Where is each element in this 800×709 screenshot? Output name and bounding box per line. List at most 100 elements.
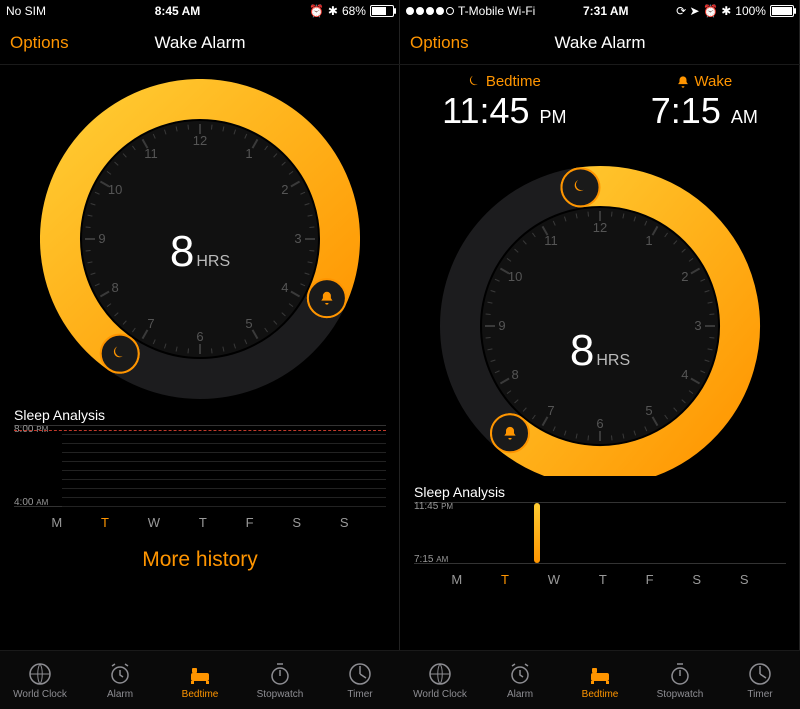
svg-text:8: 8 <box>512 367 519 382</box>
tab-stopwatch[interactable]: Stopwatch <box>640 651 720 709</box>
tab-alarm[interactable]: Alarm <box>80 651 160 709</box>
status-bar: T-Mobile Wi-Fi 7:31 AM ⟳ ➤ ⏰ ✱ 100% <box>400 0 800 22</box>
bell-icon <box>676 75 690 89</box>
sleep-analysis-title: Sleep Analysis <box>14 407 386 423</box>
svg-text:6: 6 <box>596 416 603 431</box>
sleep-dial[interactable]: 121234567891011 <box>430 136 770 476</box>
day-label: S <box>340 515 349 530</box>
day-label: W <box>548 572 560 587</box>
svg-text:7: 7 <box>547 403 554 418</box>
day-label: W <box>148 515 160 530</box>
bedtime-label: Bedtime <box>486 73 541 90</box>
tab-label: Alarm <box>107 689 133 700</box>
nav-title: Wake Alarm <box>154 33 245 53</box>
days-row: MTWTFSS <box>14 507 386 530</box>
tab-world-clock[interactable]: World Clock <box>400 651 480 709</box>
carrier-label: No SIM <box>6 4 46 18</box>
svg-text:10: 10 <box>508 269 522 284</box>
phone-left: No SIM 8:45 AM ⏰ ✱ 68% Options Wake Alar… <box>0 0 400 709</box>
duration-unit: HRS <box>594 352 630 370</box>
svg-text:4: 4 <box>281 280 288 295</box>
tab-icon <box>187 661 213 687</box>
sleep-graph-line <box>14 430 386 431</box>
svg-text:9: 9 <box>98 231 105 246</box>
wake-block[interactable]: Wake 7:15 AM <box>651 73 758 132</box>
tab-label: Bedtime <box>182 689 219 700</box>
tab-icon <box>267 661 293 687</box>
duration-hours: 8 <box>570 326 594 376</box>
signal-icon <box>406 7 454 15</box>
sleep-analysis-title: Sleep Analysis <box>414 484 786 500</box>
battery-fill <box>372 7 386 15</box>
tab-timer[interactable]: Timer <box>320 651 400 709</box>
svg-text:8: 8 <box>112 280 119 295</box>
tab-bar: World Clock Alarm Bedtime Stopwatch Timer <box>400 650 800 709</box>
battery-percent: 68% <box>342 4 366 18</box>
moon-icon <box>468 75 482 89</box>
options-button[interactable]: Options <box>410 22 469 64</box>
wake-handle[interactable] <box>491 414 529 452</box>
sleep-analysis-graph: 11:45 PM 7:15 AM <box>414 502 786 564</box>
battery-icon <box>770 5 794 17</box>
tab-icon <box>347 661 373 687</box>
days-row: MTWTFSS <box>414 564 786 587</box>
bedtime-block[interactable]: Bedtime 11:45 PM <box>442 73 566 132</box>
day-label: T <box>199 515 207 530</box>
tab-stopwatch[interactable]: Stopwatch <box>240 651 320 709</box>
status-time: 7:31 AM <box>583 4 629 18</box>
bedtime-value: 11:45 PM <box>442 90 566 132</box>
nav-bar: Options Wake Alarm <box>0 22 400 65</box>
tab-icon <box>427 661 453 687</box>
svg-text:7: 7 <box>147 316 154 331</box>
duration-unit: HRS <box>194 253 230 271</box>
tab-bedtime[interactable]: Bedtime <box>160 651 240 709</box>
tab-label: Alarm <box>507 689 533 700</box>
day-label: S <box>692 572 701 587</box>
svg-text:12: 12 <box>593 220 607 235</box>
day-label: S <box>740 572 749 587</box>
svg-text:9: 9 <box>498 318 505 333</box>
tab-icon <box>27 661 53 687</box>
tab-label: Stopwatch <box>657 689 704 700</box>
tab-icon <box>587 661 613 687</box>
bedtime-handle[interactable] <box>101 335 139 373</box>
day-label: F <box>246 515 254 530</box>
alarm-icon: ⏰ <box>309 4 324 18</box>
wake-label: Wake <box>694 73 732 90</box>
more-history-button[interactable]: More history <box>0 530 400 582</box>
wake-value: 7:15 AM <box>651 90 758 132</box>
carrier-label: T-Mobile Wi-Fi <box>458 4 535 18</box>
tab-alarm[interactable]: Alarm <box>480 651 560 709</box>
bluetooth-icon: ✱ <box>328 4 338 18</box>
nav-title: Wake Alarm <box>554 33 645 53</box>
day-label: T <box>501 572 509 587</box>
day-label: M <box>451 572 462 587</box>
day-label: T <box>599 572 607 587</box>
tab-label: Stopwatch <box>257 689 304 700</box>
svg-text:1: 1 <box>245 146 252 161</box>
duration-hours: 8 <box>170 227 194 277</box>
day-label: M <box>51 515 62 530</box>
tab-icon <box>107 661 133 687</box>
tab-label: World Clock <box>413 689 467 700</box>
svg-text:11: 11 <box>144 146 158 161</box>
tab-world-clock[interactable]: World Clock <box>0 651 80 709</box>
options-button[interactable]: Options <box>10 22 69 64</box>
svg-text:12: 12 <box>193 133 207 148</box>
sleep-data-bar <box>534 503 540 563</box>
svg-text:3: 3 <box>294 231 301 246</box>
svg-text:6: 6 <box>196 329 203 344</box>
bedtime-handle[interactable] <box>562 168 600 206</box>
svg-text:11: 11 <box>544 233 558 248</box>
tab-icon <box>667 661 693 687</box>
tab-label: Bedtime <box>582 689 619 700</box>
status-bar: No SIM 8:45 AM ⏰ ✱ 68% <box>0 0 400 22</box>
tab-label: Timer <box>347 689 372 700</box>
status-time: 8:45 AM <box>155 4 201 18</box>
svg-text:3: 3 <box>694 318 701 333</box>
phone-right: T-Mobile Wi-Fi 7:31 AM ⟳ ➤ ⏰ ✱ 100% Opti… <box>400 0 800 709</box>
battery-percent: 100% <box>735 4 766 18</box>
tab-timer[interactable]: Timer <box>720 651 800 709</box>
tab-bedtime[interactable]: Bedtime <box>560 651 640 709</box>
wake-handle[interactable] <box>308 279 346 317</box>
